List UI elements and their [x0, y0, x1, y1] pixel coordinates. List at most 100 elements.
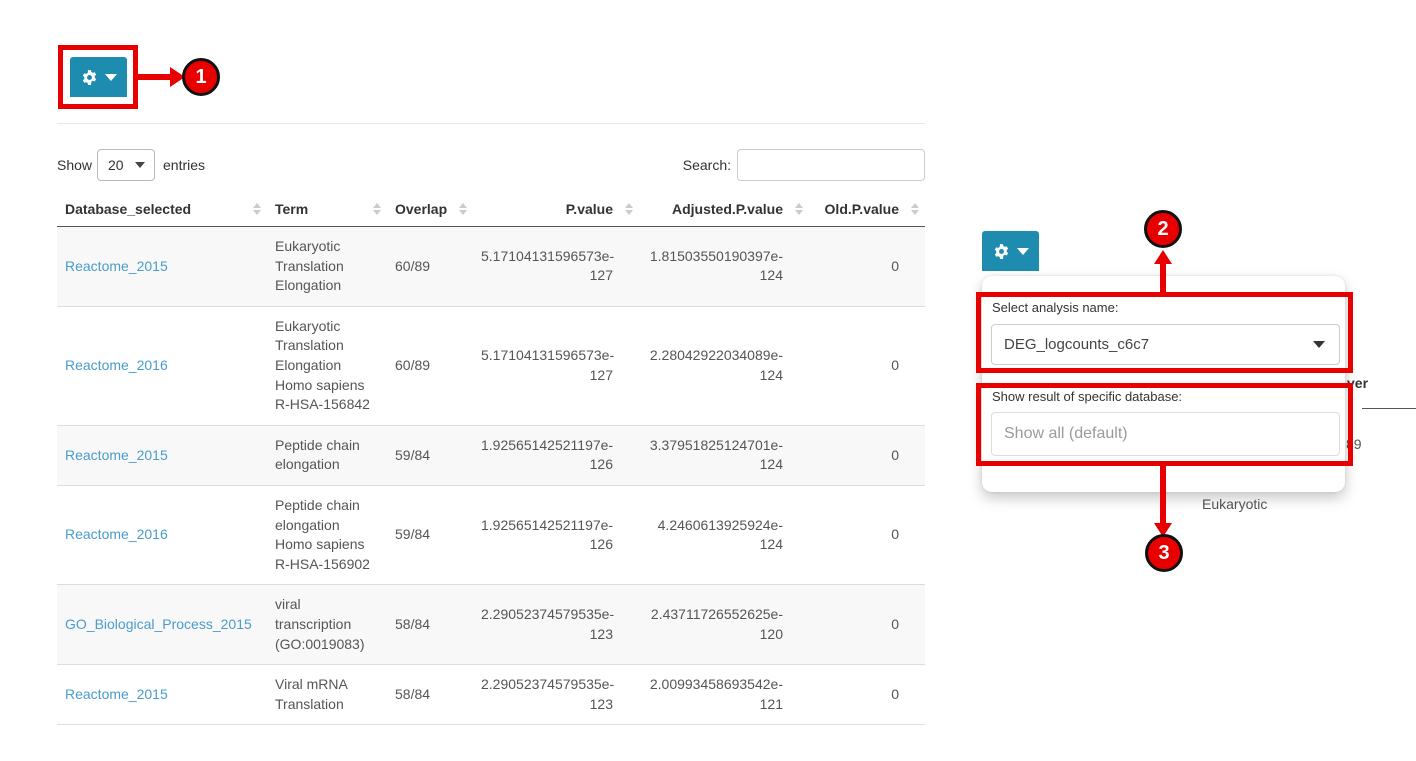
- column-label: Adjusted.P.value: [672, 201, 783, 217]
- analysis-name-value: DEG_logcounts_c6c7: [992, 336, 1313, 353]
- results-table: Database_selected Term Overlap P.value Adjus…: [57, 192, 925, 725]
- caret-down-icon: [105, 74, 117, 81]
- callout-badge-1: 1: [182, 58, 220, 96]
- results-table-wrapper: Database_selected Term Overlap P.value Adjus…: [57, 192, 925, 725]
- old-p-value-cell: 0: [809, 665, 925, 725]
- background-overlap-fragment: 89: [1346, 436, 1362, 452]
- column-header-overlap[interactable]: Overlap: [387, 192, 473, 227]
- adjusted-p-value-cell: 2.28042922034089e-124: [639, 306, 809, 425]
- p-value-cell: 2.29052374579535e-123: [473, 665, 639, 725]
- table-row: Reactome_2015 Peptide chain elongation59/…: [57, 425, 925, 485]
- database-cell: Reactome_2015: [57, 227, 267, 307]
- database-cell: Reactome_2015: [57, 425, 267, 485]
- annotation-arrow-3-head: [1154, 523, 1172, 537]
- column-label: Old.P.value: [825, 201, 899, 217]
- database-cell: Reactome_2015: [57, 665, 267, 725]
- top-divider: [57, 123, 925, 124]
- app-canvas: 1 Show 20 entries Search: Database_selec…: [0, 0, 1416, 761]
- page-length-value: 20: [98, 157, 135, 173]
- column-header-adjusted-p-value[interactable]: Adjusted.P.value: [639, 192, 809, 227]
- overlap-cell: 60/89: [387, 306, 473, 425]
- search-input[interactable]: [737, 149, 925, 181]
- gear-icon: [81, 69, 98, 86]
- p-value-cell: 1.92565142521197e-126: [473, 425, 639, 485]
- p-value-cell: 5.17104131596573e-127: [473, 227, 639, 307]
- old-p-value-cell: 0: [809, 585, 925, 665]
- old-p-value-cell: 0: [809, 306, 925, 425]
- sort-icon[interactable]: [795, 203, 803, 215]
- term-cell: Peptide chain elongation: [267, 425, 387, 485]
- p-value-cell: 1.92565142521197e-126: [473, 485, 639, 584]
- column-label: Term: [275, 201, 308, 217]
- annotation-arrow-2-head: [1154, 250, 1172, 264]
- table-row: Reactome_2016 Eukaryotic Translation Elon…: [57, 306, 925, 425]
- sort-icon[interactable]: [253, 203, 261, 215]
- old-p-value-cell: 0: [809, 485, 925, 584]
- old-p-value-cell: 0: [809, 425, 925, 485]
- adjusted-p-value-cell: 1.81503550190397e-124: [639, 227, 809, 307]
- database-link[interactable]: GO_Biological_Process_2015: [65, 616, 252, 632]
- adjusted-p-value-cell: 3.37951825124701e-124: [639, 425, 809, 485]
- background-header-border-fragment: [1362, 408, 1416, 409]
- adjusted-p-value-cell: 4.2460613925924e-124: [639, 485, 809, 584]
- database-cell: GO_Biological_Process_2015: [57, 585, 267, 665]
- database-link[interactable]: Reactome_2015: [65, 686, 168, 702]
- adjusted-p-value-cell: 2.43711726552625e-120: [639, 585, 809, 665]
- column-header-old-p-value[interactable]: Old.P.value: [809, 192, 925, 227]
- adjusted-p-value-cell: 2.00993458693542e-121: [639, 665, 809, 725]
- term-cell: viral transcription (GO:0019083): [267, 585, 387, 665]
- old-p-value-cell: 0: [809, 227, 925, 307]
- overlap-cell: 58/84: [387, 585, 473, 665]
- background-term-fragment: Eukaryotic: [1202, 496, 1267, 512]
- column-header-term[interactable]: Term: [267, 192, 387, 227]
- sort-icon[interactable]: [625, 203, 633, 215]
- overlap-cell: 60/89: [387, 227, 473, 307]
- column-label: Database_selected: [65, 201, 191, 217]
- entries-label: entries: [163, 157, 205, 173]
- database-filter-input[interactable]: [991, 412, 1340, 456]
- column-header-p-value[interactable]: P.value: [473, 192, 639, 227]
- database-link[interactable]: Reactome_2016: [65, 526, 168, 542]
- database-link[interactable]: Reactome_2015: [65, 447, 168, 463]
- background-header-fragment: ver: [1347, 375, 1368, 391]
- term-cell: Peptide chain elongation Homo sapiens R-…: [267, 485, 387, 584]
- term-cell: Eukaryotic Translation Elongation Homo s…: [267, 306, 387, 425]
- overlap-cell: 59/84: [387, 485, 473, 584]
- results-header-row: Database_selected Term Overlap P.value Adjus…: [57, 192, 925, 227]
- p-value-cell: 5.17104131596573e-127: [473, 306, 639, 425]
- results-tbody: Reactome_2015 Eukaryotic Translation Elon…: [57, 227, 925, 725]
- table-row: Reactome_2015 Viral mRNA Translation58/84…: [57, 665, 925, 725]
- database-cell: Reactome_2016: [57, 485, 267, 584]
- database-filter-label: Show result of specific database:: [992, 389, 1182, 404]
- table-row: Reactome_2015 Eukaryotic Translation Elon…: [57, 227, 925, 307]
- p-value-cell: 2.29052374579535e-123: [473, 585, 639, 665]
- caret-down-icon: [1017, 248, 1029, 255]
- settings-dropdown-button[interactable]: [70, 57, 127, 97]
- search-label: Search:: [675, 157, 731, 173]
- table-row: GO_Biological_Process_2015 viral transcri…: [57, 585, 925, 665]
- settings-dropdown-button-open[interactable]: [982, 231, 1039, 271]
- column-label: Overlap: [395, 201, 447, 217]
- annotation-arrow-1-head: [170, 67, 185, 87]
- analysis-name-select[interactable]: DEG_logcounts_c6c7: [991, 324, 1340, 365]
- gear-icon: [993, 243, 1010, 260]
- overlap-cell: 58/84: [387, 665, 473, 725]
- column-header-database_selected[interactable]: Database_selected: [57, 192, 267, 227]
- sort-icon[interactable]: [911, 203, 919, 215]
- column-label: P.value: [566, 201, 613, 217]
- database-link[interactable]: Reactome_2015: [65, 258, 168, 274]
- callout-badge-3: 3: [1145, 534, 1183, 572]
- sort-icon[interactable]: [373, 203, 381, 215]
- overlap-cell: 59/84: [387, 425, 473, 485]
- select-caret-icon: [1313, 341, 1325, 348]
- annotation-arrow-1-shaft: [138, 74, 170, 80]
- database-cell: Reactome_2016: [57, 306, 267, 425]
- select-caret-icon: [135, 162, 145, 168]
- term-cell: Viral mRNA Translation: [267, 665, 387, 725]
- callout-badge-2: 2: [1144, 210, 1182, 248]
- database-link[interactable]: Reactome_2016: [65, 357, 168, 373]
- page-length-select[interactable]: 20: [97, 149, 155, 181]
- show-label: Show: [57, 157, 92, 173]
- term-cell: Eukaryotic Translation Elongation: [267, 227, 387, 307]
- sort-icon[interactable]: [459, 203, 467, 215]
